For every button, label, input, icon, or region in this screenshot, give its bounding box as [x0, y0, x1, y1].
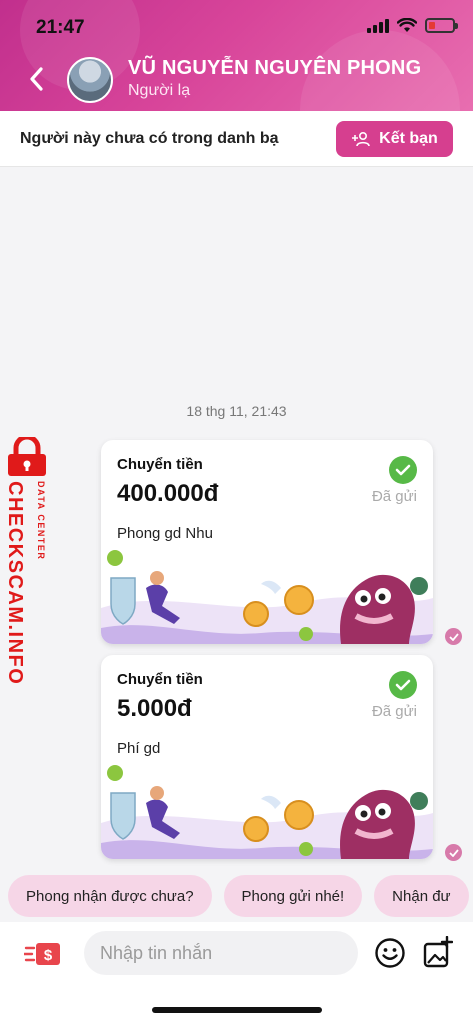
contact-name[interactable]: VŨ NGUYỄN NGUYÊN PHONG	[128, 57, 421, 80]
add-image-icon[interactable]	[423, 936, 453, 968]
money-transfer-icon[interactable]: $	[24, 940, 62, 968]
message-input[interactable]	[84, 931, 358, 975]
watermark-main: CHECKSCAM.INFO	[4, 481, 26, 686]
card-amount: 400.000đ	[117, 480, 219, 507]
composer-bar: $	[0, 922, 473, 1024]
watermark: CHECKSCAM.INFO DATA CENTER	[2, 435, 50, 685]
card-illustration	[101, 765, 433, 859]
add-person-icon	[352, 131, 370, 147]
quick-replies: Phong nhận được chưa? Phong gửi nhé! Nhậ…	[8, 875, 469, 917]
check-icon	[389, 671, 417, 699]
card-status: Đã gửi	[371, 703, 417, 720]
read-receipt-icon	[445, 628, 462, 645]
emoji-icon[interactable]	[374, 937, 406, 969]
stranger-banner: Người này chưa có trong danh bạ Kết bạn	[0, 111, 473, 167]
read-receipt-icon	[445, 844, 462, 861]
home-indicator	[152, 1007, 322, 1013]
money-transfer-card[interactable]: Chuyển tiền 5.000đ Phí gd Đã gửi	[101, 655, 433, 859]
card-amount: 5.000đ	[117, 695, 192, 722]
card-illustration	[101, 550, 433, 644]
card-status: Đã gửi	[371, 488, 417, 505]
signal-icon	[367, 18, 389, 33]
chat-header: 21:47 VŨ NGUYỄN NGUYÊN PHONG Người lạ	[0, 0, 473, 111]
card-title: Chuyển tiền	[117, 456, 203, 473]
back-arrow-icon[interactable]	[26, 64, 48, 94]
card-note: Phong gd Nhu	[117, 525, 213, 542]
quick-reply-chip[interactable]: Phong nhận được chưa?	[8, 875, 212, 917]
battery-icon	[425, 18, 458, 33]
contact-status: Người lạ	[128, 82, 191, 99]
banner-text: Người này chưa có trong danh bạ	[20, 130, 279, 147]
svg-text:$: $	[44, 947, 53, 964]
quick-reply-chip[interactable]: Phong gửi nhé!	[223, 875, 363, 917]
quick-reply-chip[interactable]: Nhận đư	[374, 875, 469, 917]
card-title: Chuyển tiền	[117, 671, 203, 688]
status-time: 21:47	[36, 17, 85, 38]
wifi-icon	[397, 18, 417, 32]
money-transfer-card[interactable]: Chuyển tiền 400.000đ Phong gd Nhu Đã gửi	[101, 440, 433, 644]
avatar[interactable]	[67, 57, 113, 103]
card-note: Phí gd	[117, 740, 161, 757]
date-separator: 18 thg 11, 21:43	[186, 403, 287, 419]
add-friend-label: Kết bạn	[379, 130, 438, 147]
lock-icon	[8, 437, 46, 476]
status-icons	[367, 18, 458, 33]
watermark-sub: DATA CENTER	[36, 481, 46, 561]
check-icon	[389, 456, 417, 484]
add-friend-button[interactable]: Kết bạn	[336, 121, 453, 157]
